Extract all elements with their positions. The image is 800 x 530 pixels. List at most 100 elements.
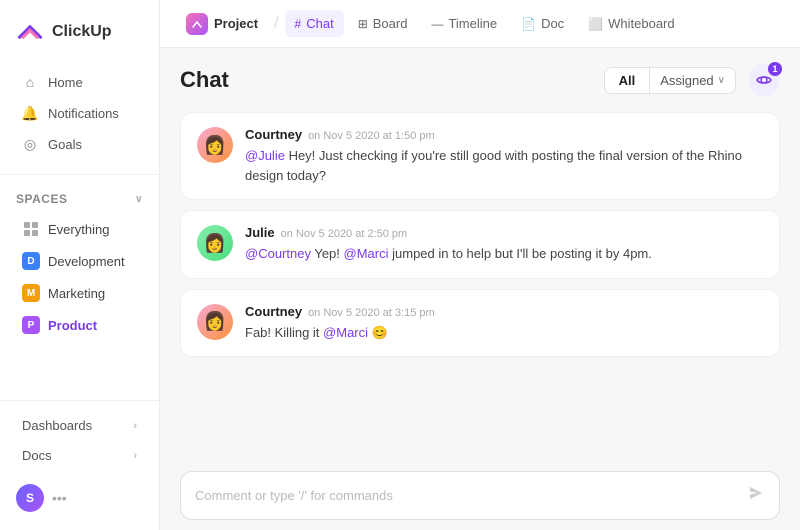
sidebar-goals-label: Goals [48,137,82,152]
message-3-meta: Courtney on Nov 5 2020 at 3:15 pm [245,304,763,319]
tab-doc-label: Doc [541,16,564,31]
marketing-dot: M [22,284,40,302]
chat-title: Chat [180,67,229,93]
send-icon [747,484,765,507]
project-label: Project [214,16,258,31]
tab-timeline[interactable]: — Timeline [421,10,507,37]
project-icon [186,13,208,35]
tab-doc[interactable]: 📄 Doc [511,10,574,37]
message-3: 👩 Courtney on Nov 5 2020 at 3:15 pm Fab!… [180,289,780,358]
timeline-icon: — [431,17,443,31]
development-dot: D [22,252,40,270]
message-2-body-before: Yep! [314,246,343,261]
bell-icon: 🔔 [22,105,38,121]
sidebar-user[interactable]: S ••• [0,474,159,522]
mention-julie-1[interactable]: @Julie [245,148,285,163]
spaces-label: Spaces [16,192,67,206]
dashboards-chevron-icon: › [133,420,137,432]
message-3-body-before: Fab! Killing it [245,325,323,340]
sidebar-divider [0,174,159,175]
docs-label: Docs [22,448,52,463]
user-dots-icon: ••• [52,490,67,506]
sidebar-divider-2 [0,400,159,401]
filter-assigned-button[interactable]: Assigned ∨ [649,68,735,93]
marketing-label: Marketing [48,286,105,301]
tab-chat-label: Chat [306,16,333,31]
sidebar-bottom: Dashboards › Docs › S ••• [0,390,159,522]
messages-container: 👩 Courtney on Nov 5 2020 at 1:50 pm @Jul… [180,112,780,461]
message-1: 👩 Courtney on Nov 5 2020 at 1:50 pm @Jul… [180,112,780,200]
filter-assigned-chevron-icon: ∨ [718,75,725,86]
message-1-content: Courtney on Nov 5 2020 at 1:50 pm @Julie… [245,127,763,185]
project-tab[interactable]: Project [176,7,268,41]
message-2-content: Julie on Nov 5 2020 at 2:50 pm @Courtney… [245,225,763,264]
sidebar-item-notifications[interactable]: 🔔 Notifications [6,98,153,128]
docs-chevron-icon: › [133,450,137,462]
clickup-logo-icon [16,18,44,46]
sidebar-item-development[interactable]: D Development [6,246,153,276]
filter-group: All Assigned ∨ [604,67,736,94]
whiteboard-icon: ⬜ [588,17,603,31]
message-1-text: @Julie Hey! Just checking if you're stil… [245,146,763,185]
logo[interactable]: ClickUp [0,0,159,62]
sidebar-item-home[interactable]: ⌂ Home [6,67,153,97]
tab-board[interactable]: ⊞ Board [348,10,418,37]
message-2-time: on Nov 5 2020 at 2:50 pm [281,228,408,240]
sidebar-item-docs[interactable]: Docs › [6,441,153,470]
avatar-julie: 👩 [197,225,233,261]
dashboards-label: Dashboards [22,418,92,433]
tab-whiteboard[interactable]: ⬜ Whiteboard [578,10,684,37]
logo-text: ClickUp [52,23,112,41]
tab-chat[interactable]: # Chat [285,10,344,37]
message-2-body-after: jumped in to help but I'll be posting it… [392,246,652,261]
tab-whiteboard-label: Whiteboard [608,16,674,31]
message-3-text: Fab! Killing it @Marci 😊 [245,323,763,343]
message-2-author: Julie [245,225,275,240]
tab-timeline-label: Timeline [448,16,497,31]
goals-icon: ◎ [22,136,38,152]
message-3-body-after: 😊 [372,325,388,340]
mention-marci-2[interactable]: @Marci [323,325,368,340]
chat-hash-icon: # [295,17,302,31]
sidebar-item-goals[interactable]: ◎ Goals [6,129,153,159]
mention-marci-1[interactable]: @Marci [344,246,389,261]
product-label: Product [48,318,97,333]
sidebar-item-dashboards[interactable]: Dashboards › [6,411,153,440]
sidebar-notifications-label: Notifications [48,106,119,121]
message-1-author: Courtney [245,127,302,142]
nav-separator: / [274,15,278,33]
everything-grid-icon [22,220,40,238]
message-1-meta: Courtney on Nov 5 2020 at 1:50 pm [245,127,763,142]
main-content: Project / # Chat ⊞ Board — Timeline 📄 Do… [160,0,800,530]
sidebar: ClickUp ⌂ Home 🔔 Notifications ◎ Goals S… [0,0,160,530]
home-icon: ⌂ [22,74,38,90]
message-2-text: @Courtney Yep! @Marci jumped in to help … [245,244,763,264]
comment-input-area[interactable]: Comment or type '/' for commands [180,471,780,520]
filter-all-button[interactable]: All [605,68,650,93]
notification-bell-button[interactable]: 1 [748,64,780,96]
comment-placeholder: Comment or type '/' for commands [195,488,393,503]
avatar-courtney-2: 👩 [197,304,233,340]
avatar-courtney-1: 👩 [197,127,233,163]
development-label: Development [48,254,125,269]
filter-assigned-label: Assigned [660,73,713,88]
sidebar-item-marketing[interactable]: M Marketing [6,278,153,308]
message-2-meta: Julie on Nov 5 2020 at 2:50 pm [245,225,763,240]
mention-courtney[interactable]: @Courtney [245,246,311,261]
chat-header-right: All Assigned ∨ 1 [604,64,780,96]
sidebar-item-product[interactable]: P Product [6,310,153,340]
message-3-content: Courtney on Nov 5 2020 at 3:15 pm Fab! K… [245,304,763,343]
notification-count-badge: 1 [768,62,782,76]
message-1-time: on Nov 5 2020 at 1:50 pm [308,130,435,142]
sidebar-item-everything[interactable]: Everything [6,214,153,244]
doc-icon: 📄 [521,17,536,31]
message-3-time: on Nov 5 2020 at 3:15 pm [308,307,435,319]
everything-label: Everything [48,222,109,237]
top-nav: Project / # Chat ⊞ Board — Timeline 📄 Do… [160,0,800,48]
message-2: 👩 Julie on Nov 5 2020 at 2:50 pm @Courtn… [180,210,780,279]
message-3-author: Courtney [245,304,302,319]
spaces-chevron-icon: ∨ [135,194,143,205]
sidebar-home-label: Home [48,75,83,90]
board-icon: ⊞ [358,17,368,31]
product-dot: P [22,316,40,334]
